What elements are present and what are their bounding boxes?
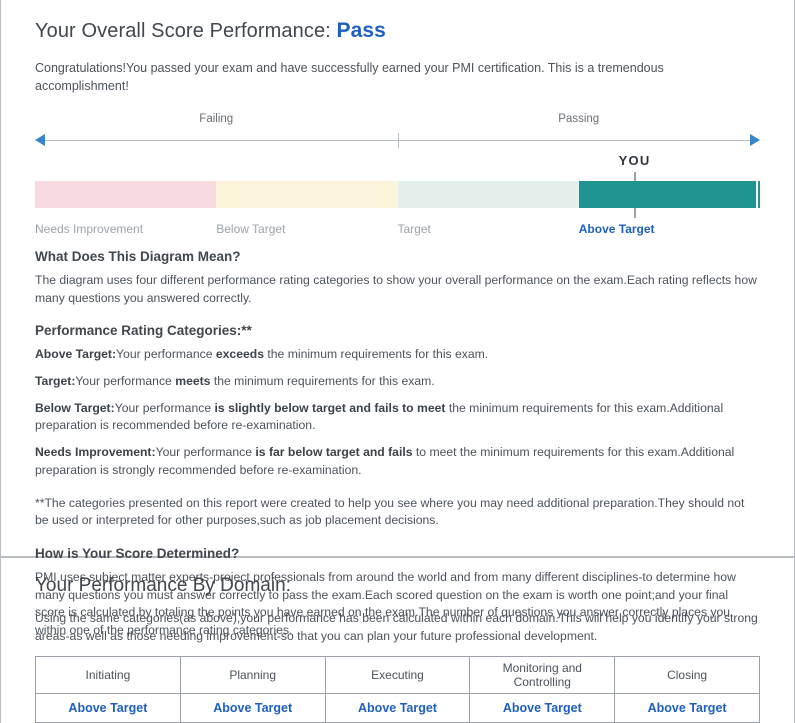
table-header-executing: Executing	[324, 656, 471, 695]
table-header-monitoring-and-controlling: Monitoring and Controlling	[469, 656, 616, 695]
performance-scale-diagram: Failing Passing YOU Needs Improvement Be…	[35, 113, 760, 236]
score-report-page: Your Overall Score Performance: Pass Con…	[0, 0, 795, 723]
diagram-meaning-heading: What Does This Diagram Mean?	[35, 249, 241, 264]
category-above-target-name: Above Target:	[35, 347, 117, 362]
bar-label-needs-improvement: Needs Improvement	[35, 222, 144, 236]
category-needs-improvement-name: Needs Improvement:	[35, 445, 156, 460]
table-row: Above Target Above Target Above Target A…	[35, 693, 760, 723]
page-title-prefix: Your Overall Score Performance:	[35, 20, 337, 42]
bar-segment-target	[397, 181, 579, 208]
bar-label-below-target: Below Target	[216, 222, 286, 236]
category-below-target-emphasis: is slightly below target and fails to me…	[214, 400, 446, 415]
category-needs-improvement: Needs Improvement:Your performance is fa…	[35, 444, 760, 479]
category-needs-improvement-emphasis: is far below target and fails	[255, 445, 413, 460]
table-cell-planning-rating: Above Target	[179, 693, 326, 723]
table-cell-executing-rating: Above Target	[324, 693, 471, 723]
category-below-target: Below Target:Your performance is slightl…	[35, 400, 760, 435]
you-marker-label: YOU	[618, 153, 651, 168]
overall-score-panel: Your Overall Score Performance: Pass Con…	[1, 0, 794, 637]
table-cell-initiating-rating: Above Target	[35, 693, 181, 723]
category-above-target-tail: the minimum requirements for this exam.	[264, 347, 489, 362]
categories-footnote: **The categories presented on this repor…	[35, 495, 745, 528]
bar-category-labels: Needs Improvement Below Target Target Ab…	[35, 222, 760, 242]
category-below-target-name: Below Target:	[35, 400, 115, 415]
axis-left-arrow-icon	[35, 134, 45, 146]
domain-performance-table: Initiating Planning Executing Monitoring…	[35, 656, 760, 723]
category-target-emphasis: meets	[175, 374, 211, 389]
bar-segment-below-target	[216, 181, 398, 208]
table-header-initiating: Initiating	[35, 656, 181, 695]
category-target-lead: Your performance	[75, 374, 176, 389]
table-cell-monitoring-and-controlling-rating: Above Target	[469, 693, 616, 723]
category-needs-improvement-lead: Your performance	[155, 445, 256, 460]
axis-right-arrow-icon	[750, 134, 760, 146]
bar-label-above-target: Above Target	[578, 222, 655, 236]
you-marker-stem-bottom	[633, 208, 636, 218]
category-above-target-emphasis: exceeds	[215, 347, 264, 362]
category-above-target-lead: Your performance	[116, 347, 216, 362]
page-title: Your Overall Score Performance: Pass	[35, 0, 760, 43]
scale-label-passing: Passing	[558, 113, 600, 125]
table-header-closing: Closing	[614, 656, 760, 695]
category-above-target: Above Target:Your performance exceeds th…	[35, 346, 760, 364]
bar-segment-needs-improvement	[35, 181, 217, 208]
scale-top-labels: Failing Passing	[35, 113, 760, 129]
category-below-target-lead: Your performance	[114, 400, 215, 415]
category-target-name: Target:	[35, 374, 76, 389]
table-header-planning: Planning	[179, 656, 326, 695]
category-target: Target:Your performance meets the minimu…	[35, 373, 760, 391]
performance-bar	[35, 181, 760, 208]
axis-center-tick	[397, 133, 399, 148]
overall-result-badge: Pass	[336, 19, 386, 42]
you-marker-stem-bottom-row	[35, 208, 760, 220]
category-target-tail: the minimum requirements for this exam.	[210, 374, 435, 389]
table-header-row: Initiating Planning Executing Monitoring…	[35, 656, 760, 695]
you-marker-stem-top	[633, 172, 636, 181]
bar-segment-end-cap	[756, 181, 760, 208]
table-cell-closing-rating: Above Target	[614, 693, 760, 723]
scale-axis	[35, 131, 760, 151]
scale-label-failing: Failing	[199, 113, 234, 125]
bar-segment-above-target	[578, 181, 756, 208]
diagram-meaning-text: The diagram uses four different performa…	[35, 273, 757, 305]
bar-label-target: Target	[397, 222, 431, 236]
congratulations-text: Congratulations!You passed your exam and…	[35, 61, 664, 93]
rating-categories-heading: Performance Rating Categories:**	[35, 323, 252, 339]
domain-section-intro: Using the same categories(as above),your…	[35, 611, 758, 643]
you-marker-row: YOU	[35, 151, 760, 181]
